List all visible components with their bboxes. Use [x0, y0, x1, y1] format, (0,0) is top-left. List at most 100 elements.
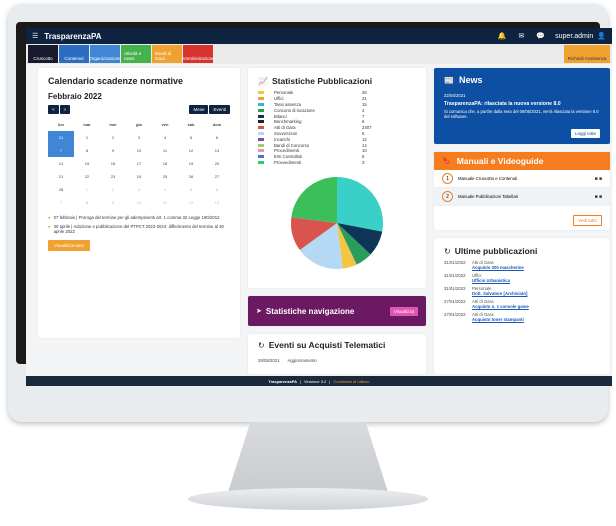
- calendar-day[interactable]: 1: [74, 183, 100, 196]
- legend-label: Incarichi: [274, 136, 291, 142]
- calendar-day[interactable]: 3: [126, 183, 152, 196]
- publication-link[interactable]: Acquisto toner stampanti: [472, 317, 524, 322]
- calendar-day[interactable]: 10: [126, 196, 152, 209]
- calendar-day[interactable]: 5: [178, 183, 204, 196]
- calendar-day[interactable]: 12: [178, 144, 204, 157]
- bell-icon[interactable]: 🔔: [498, 32, 507, 40]
- nav-stats-view-button[interactable]: Visualizza: [389, 306, 418, 316]
- calendar-day[interactable]: 4: [152, 183, 178, 196]
- calendar-day[interactable]: 2: [100, 131, 126, 144]
- calendar-events-button[interactable]: Eventi: [209, 105, 230, 114]
- toolbar-button[interactable]: Amministrazione: [181, 45, 215, 63]
- publication-item: 31/01/2022 Uffici Ufficio Urbanistica: [444, 273, 600, 283]
- main-toolbar: Cruscotto Contenuti Organizzazione Attività…: [26, 44, 612, 64]
- calendar-day[interactable]: 19: [178, 157, 204, 170]
- calendar-day[interactable]: 5: [178, 131, 204, 144]
- toolbar-button[interactable]: Organizzazione: [89, 45, 121, 63]
- legend-swatch: [258, 160, 264, 164]
- calendar-day[interactable]: 1: [74, 131, 100, 144]
- calendar-day[interactable]: 3: [126, 131, 152, 144]
- legend-value: 7: [362, 113, 365, 119]
- calendar-day[interactable]: 28: [48, 183, 74, 196]
- assistance-button[interactable]: Richiedi Assistenza: [564, 45, 610, 63]
- calendar-month-button[interactable]: Mese: [189, 105, 209, 114]
- toolbar-button[interactable]: Attività e news: [121, 45, 151, 63]
- calendar-day[interactable]: 20: [204, 157, 230, 170]
- newspaper-icon: 📰: [444, 75, 454, 85]
- calendar-note-text: 30 aprile | Adozione e pubblicazione del…: [53, 224, 224, 234]
- legend-label: Tassi assenza: [274, 101, 301, 107]
- manual-item[interactable]: 2 Manuale Pubblicazioni Tabellari ■ ■: [434, 188, 610, 206]
- publication-item: 31/01/2022 Personale Dott. Salvatore [Arch…: [444, 286, 600, 296]
- calendar-day[interactable]: 15: [74, 157, 100, 170]
- calendar-day[interactable]: 11: [152, 196, 178, 209]
- manual-label: Manuale Pubblicazioni Tabellari: [458, 194, 519, 199]
- calendar-day-header: mar: [83, 122, 91, 127]
- publication-link[interactable]: Acquisto n. 1 console game: [472, 304, 529, 309]
- calendar-day[interactable]: 25: [152, 170, 178, 183]
- publication-date: 27/01/2022: [444, 312, 466, 317]
- calendar-day[interactable]: 4: [152, 131, 178, 144]
- calendar-day[interactable]: 13: [204, 196, 230, 209]
- news-card: 📰 News 22/04/2021 TrasparenzaPA: rilasci…: [434, 68, 610, 144]
- menu-icon[interactable]: ☰: [32, 32, 38, 40]
- calendar-day[interactable]: 24: [126, 170, 152, 183]
- user-name[interactable]: super.admin: [555, 33, 593, 40]
- news-date: 22/04/2021: [444, 93, 466, 98]
- legend-swatch: [258, 91, 264, 95]
- calendar-day[interactable]: 14: [48, 157, 74, 170]
- legend-value: 2407: [362, 125, 372, 131]
- calendar-next-button[interactable]: >: [59, 105, 71, 114]
- legend-swatch: [258, 102, 264, 106]
- toolbar-button[interactable]: Cruscotto: [28, 45, 58, 63]
- calendar-day-header: sab: [187, 122, 195, 127]
- toolbar-button[interactable]: Contenuti: [59, 45, 89, 63]
- publication-link[interactable]: Dott. Salvatore [Archiviato]: [472, 291, 527, 296]
- calendar-day[interactable]: 22: [74, 170, 100, 183]
- chat-icon[interactable]: 💬: [536, 32, 545, 40]
- calendar-card: Calendario scadenze normative Febbraio 2…: [38, 68, 240, 338]
- calendar-day[interactable]: 6: [204, 183, 230, 196]
- mail-icon[interactable]: ✉: [519, 32, 525, 40]
- news-read-all-button[interactable]: Leggi tutte: [570, 129, 600, 138]
- calendar-day[interactable]: 26: [178, 170, 204, 183]
- calendar-day[interactable]: 11: [152, 144, 178, 157]
- user-icon[interactable]: 👤: [597, 32, 606, 40]
- publication-item: 31/01/2022 Atti di Gara Acquisto 200 masch…: [444, 260, 600, 270]
- publication-link[interactable]: Ufficio Urbanistica: [472, 278, 510, 283]
- stats-pie-chart: [291, 177, 383, 270]
- calendar-day[interactable]: 8: [74, 196, 100, 209]
- calendar-day[interactable]: 18: [152, 157, 178, 170]
- pie-slice: [337, 177, 383, 232]
- calendar-view-all-button[interactable]: Visualizza tutto: [48, 240, 91, 251]
- calendar-day[interactable]: 13: [204, 144, 230, 157]
- latest-title: Ultime pubblicazioni: [454, 246, 538, 256]
- calendar-day[interactable]: 27: [204, 170, 230, 183]
- calendar-day[interactable]: 8: [74, 144, 100, 157]
- calendar-day[interactable]: 12: [178, 196, 204, 209]
- calendar-day[interactable]: 7: [48, 196, 74, 209]
- footer-link[interactable]: Condizioni di utilizzo: [333, 379, 369, 384]
- calendar-day[interactable]: 7: [48, 144, 74, 157]
- calendar-day[interactable]: 10: [126, 144, 152, 157]
- video-icon[interactable]: ■ ■: [595, 194, 602, 200]
- calendar-day[interactable]: 16: [100, 157, 126, 170]
- toolbar-button[interactable]: Bandi di Gara: [152, 45, 182, 63]
- legend-value: 6: [362, 119, 365, 125]
- video-icon[interactable]: ■ ■: [595, 176, 602, 182]
- calendar-day[interactable]: 17: [126, 157, 152, 170]
- bookmark-icon: 🔖: [442, 158, 451, 165]
- calendar-day[interactable]: 2: [100, 183, 126, 196]
- calendar-day[interactable]: 6: [204, 131, 230, 144]
- legend-swatch: [258, 131, 264, 135]
- calendar-day[interactable]: 9: [100, 196, 126, 209]
- calendar-grid: lun mar mer gio ven sab dom 31 1 2 3 4 5 6 7 8 9 10 11 12 13…: [48, 118, 230, 209]
- calendar-day[interactable]: 31: [48, 131, 74, 144]
- calendar-day[interactable]: 21: [48, 170, 74, 183]
- calendar-day[interactable]: 23: [100, 170, 126, 183]
- calendar-prev-button[interactable]: <: [48, 105, 59, 114]
- calendar-day[interactable]: 9: [100, 144, 126, 157]
- publication-link[interactable]: Acquisto 200 mascherine: [472, 265, 524, 270]
- manuals-view-all-button[interactable]: Vedi tutto: [573, 215, 602, 226]
- manual-item[interactable]: 1 Manuale Cruscotto e Contenuti ■ ■: [434, 170, 610, 188]
